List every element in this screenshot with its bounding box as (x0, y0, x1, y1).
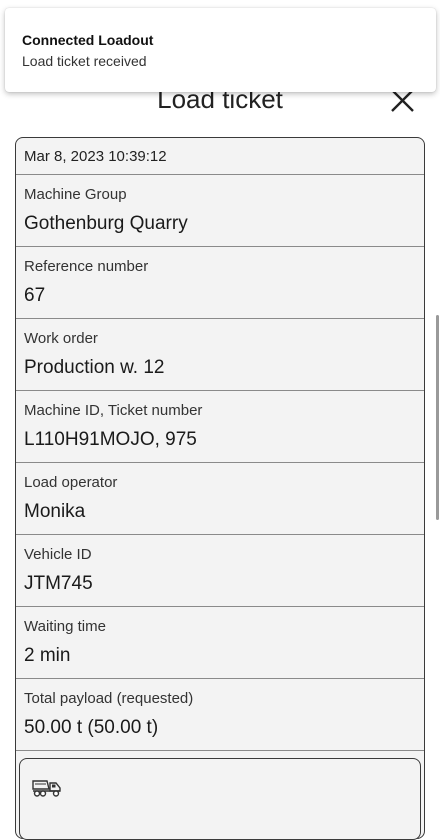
ticket-timestamp: Mar 8, 2023 10:39:12 (16, 138, 424, 175)
field-machine-id-ticket-number: Machine ID, Ticket number L110H91MOJO, 9… (16, 391, 424, 463)
field-reference-number: Reference number 67 (16, 247, 424, 319)
field-label: Waiting time (24, 618, 106, 635)
field-value: 50.00 t (50.00 t) (24, 717, 159, 738)
field-value: 2 min (24, 645, 71, 666)
field-label: Vehicle ID (24, 546, 92, 563)
field-load-operator: Load operator Monika (16, 463, 424, 535)
field-value: Monika (24, 501, 86, 522)
field-value: Production w. 12 (24, 357, 165, 378)
load-ticket-card: Mar 8, 2023 10:39:12 Machine Group Gothe… (15, 137, 425, 839)
field-label: Machine Group (24, 186, 127, 203)
field-value: Gothenburg Quarry (24, 213, 188, 234)
field-work-order: Work order Production w. 12 (16, 319, 424, 391)
notification-message: Load ticket received (22, 53, 147, 69)
field-label: Work order (24, 330, 98, 347)
field-label: Machine ID, Ticket number (24, 402, 203, 419)
field-waiting-time: Waiting time 2 min (16, 607, 424, 679)
field-total-payload: Total payload (requested) 50.00 t (50.00… (16, 679, 424, 751)
field-label: Load operator (24, 474, 118, 491)
load-details-card[interactable] (19, 758, 421, 840)
field-vehicle-id: Vehicle ID JTM745 (16, 535, 424, 607)
field-label: Total payload (requested) (24, 690, 194, 707)
field-value: 67 (24, 285, 46, 306)
dump-truck-icon (32, 780, 61, 797)
field-machine-group: Machine Group Gothenburg Quarry (16, 175, 424, 247)
notification-toast[interactable]: Connected Loadout Load ticket received (5, 8, 436, 92)
scrollbar[interactable] (436, 315, 439, 520)
field-label: Reference number (24, 258, 149, 275)
notification-title: Connected Loadout (22, 32, 154, 48)
field-value: L110H91MOJO, 975 (24, 429, 197, 450)
field-value: JTM745 (24, 573, 93, 594)
